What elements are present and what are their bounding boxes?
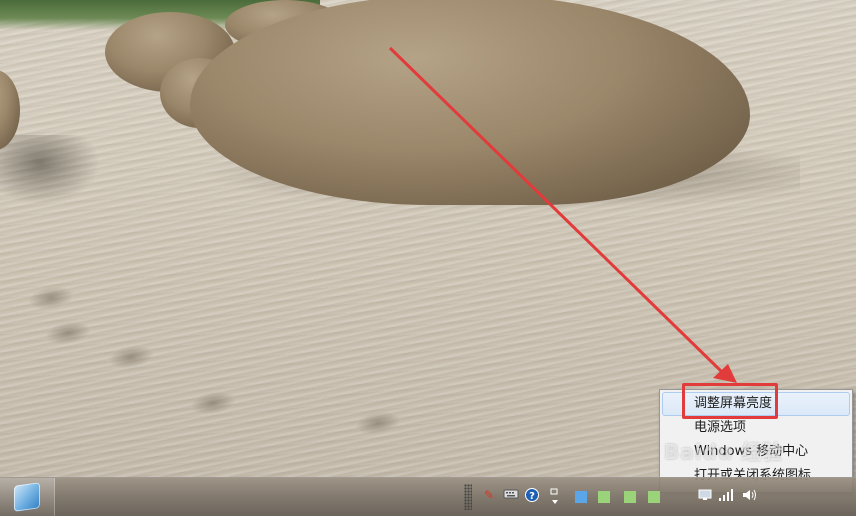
windows-logo-icon — [14, 482, 40, 512]
highlight-annotation — [682, 383, 778, 419]
volume-icon[interactable] — [742, 488, 756, 502]
network-icon[interactable] — [718, 488, 733, 502]
rock-shadow — [0, 135, 100, 205]
pen-icon[interactable]: ✎ — [482, 488, 496, 502]
start-button[interactable] — [0, 478, 55, 516]
help-icon[interactable]: ? — [525, 488, 539, 502]
monitor-icon[interactable] — [698, 488, 712, 502]
tray-app-icon[interactable] — [598, 491, 610, 503]
keyboard-icon[interactable] — [503, 488, 519, 502]
tray-app-icon[interactable] — [624, 491, 636, 503]
taskbar-grip[interactable] — [464, 484, 472, 510]
main-rock — [190, 0, 750, 205]
tray-app-icon[interactable] — [648, 491, 660, 503]
svg-text:?: ? — [529, 491, 535, 502]
tray-app-icon[interactable] — [575, 491, 587, 503]
watermark: Baidu 经验 — [664, 440, 784, 464]
taskbar: ✎ ? — [0, 477, 856, 516]
show-hidden-icons-icon[interactable] — [548, 488, 562, 504]
